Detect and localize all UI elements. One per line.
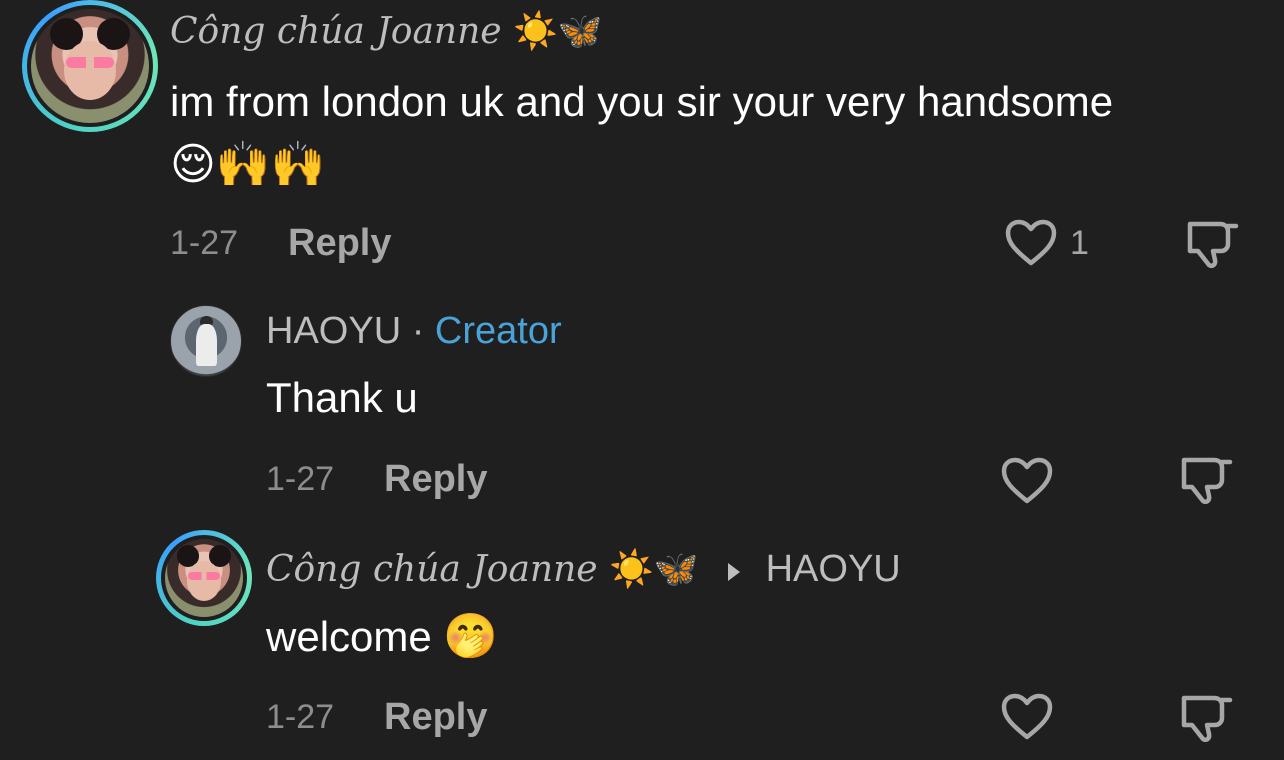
commenter-avatar[interactable] xyxy=(156,530,252,626)
heart-outline-icon[interactable] xyxy=(1000,456,1054,506)
commenter-avatar[interactable] xyxy=(22,0,158,132)
like-count: 1 xyxy=(1070,224,1089,262)
comment-emojis: 😌🙌🙌 xyxy=(170,139,326,190)
name-emojis: ☀️🦋 xyxy=(609,549,699,590)
commenter-name-row: Công chúa Joanne ☀️🦋 HAOYU xyxy=(266,548,901,591)
reply-text: Thank u xyxy=(266,374,418,421)
commenter-name[interactable]: Công chúa Joanne xyxy=(266,549,598,590)
reply-button[interactable]: Reply xyxy=(384,458,487,501)
thumbs-down-icon[interactable] xyxy=(1182,218,1240,270)
creator-avatar[interactable] xyxy=(170,305,242,377)
name-separator: · xyxy=(411,310,425,352)
heart-outline-icon[interactable] xyxy=(1000,692,1054,742)
comment-emoji: 🤭 xyxy=(443,611,499,662)
name-emojis: ☀️🦋 xyxy=(513,11,603,52)
reply-to-name[interactable]: HAOYU xyxy=(766,548,901,590)
heart-outline-icon[interactable] xyxy=(1004,218,1058,268)
creator-name-row: HAOYU · Creator xyxy=(266,310,562,353)
commenter-name-text[interactable]: Công chúa Joanne xyxy=(170,11,502,52)
comment-text: welcome xyxy=(266,613,432,660)
comment-text-row: welcome 🤭 xyxy=(266,610,498,662)
thumbs-down-icon[interactable] xyxy=(1176,692,1234,744)
creator-name[interactable]: HAOYU xyxy=(266,310,401,352)
reply-button[interactable]: Reply xyxy=(384,696,487,739)
thumbs-down-icon[interactable] xyxy=(1176,454,1234,506)
creator-badge: Creator xyxy=(434,310,562,352)
comment-text: im from london uk and you sir your very … xyxy=(170,78,1114,125)
commenter-name[interactable]: Công chúa Joanne ☀️🦋 xyxy=(170,10,603,52)
comment-thread: Công chúa Joanne ☀️🦋 im from london uk a… xyxy=(0,0,1284,760)
triangle-right-icon xyxy=(728,563,741,581)
comment-date: 1-27 xyxy=(266,698,335,736)
reply-button[interactable]: Reply xyxy=(288,222,391,265)
comment-date: 1-27 xyxy=(170,224,239,262)
reply-date: 1-27 xyxy=(266,460,335,498)
